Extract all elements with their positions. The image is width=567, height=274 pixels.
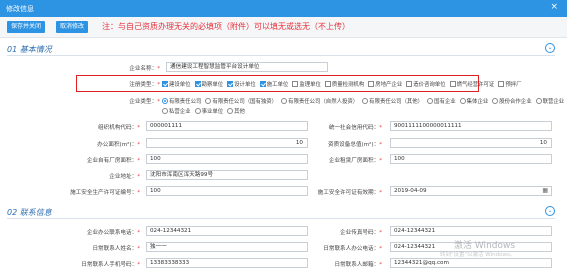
company-name-label: 企业名称：* — [129, 66, 160, 72]
radio[interactable] — [162, 98, 168, 104]
section-contact-title: 02 联系信息 — [7, 208, 52, 217]
leased-area-label: 企业租赁厂房面积：* — [328, 158, 382, 164]
radio[interactable] — [492, 98, 499, 104]
option-label: 事业单位 — [201, 109, 224, 115]
toolbar: 保存并关闭 取消修改 注：与自己资质办理无关的必填项（附件）可以填无或选无（不上… — [0, 17, 567, 38]
ent-type-option[interactable]: 有限责任公司（自然人投资） — [281, 97, 358, 105]
ent-type-option[interactable]: 股份合作企业 — [492, 97, 532, 105]
option-label: 预拌厂 — [505, 82, 522, 88]
dialog-titlebar: 修改信息 × — [0, 0, 567, 17]
office-area-input[interactable]: 10 — [146, 138, 308, 148]
safety-date-input[interactable]: 2019-04-09 ▦ — [390, 186, 552, 196]
equipment-value-input[interactable]: 10 — [390, 138, 552, 148]
ent-type-label: 企业类型：* — [129, 99, 160, 105]
daily-phone-label: 日常联系人办公电话：* — [323, 246, 382, 252]
radio[interactable] — [162, 108, 168, 114]
activate-windows-hint: 转到"设置"以激活 Windows。 — [440, 252, 516, 258]
chevron-down-icon[interactable]: ⌄ — [545, 43, 555, 53]
office-area-label: 办公面积(m²)：* — [97, 142, 140, 148]
notice-text: 注：与自己资质办理无关的必填项（附件）可以填无或选无（不上传） — [102, 22, 350, 31]
section-basic-header[interactable]: 01 基本情况 ⌄ — [7, 42, 555, 56]
option-label: 联营企业 — [542, 99, 565, 105]
office-phone-input[interactable]: 024-12344321 — [146, 226, 308, 236]
radio[interactable] — [281, 98, 288, 104]
radio[interactable] — [362, 98, 369, 104]
option-label: 有限责任公司 — [169, 99, 202, 105]
ent-type-option[interactable]: 事业单位 — [194, 107, 224, 115]
option-label: 有限责任公司（自然人投资） — [288, 99, 359, 105]
reg-type-option[interactable]: 预拌厂 — [498, 80, 522, 88]
ent-type-radio-row1: 有限责任公司 有限责任公司（国有独资） 有限责任公司（自然人投资） 有限责任公司（其他… — [162, 97, 567, 105]
radio[interactable] — [427, 98, 434, 104]
company-name-input[interactable]: 通信建设工程智慧监管平台设计单位 — [166, 62, 328, 72]
ent-type-option[interactable]: 其他 — [227, 107, 245, 115]
section-basic-title: 01 基本情况 — [7, 45, 52, 54]
ent-type-radio-row2: 私营企业 事业单位 其他 — [162, 107, 249, 115]
ent-type-option[interactable]: 联营企业 — [535, 97, 565, 105]
ent-type-option[interactable]: 集体企业 — [459, 97, 489, 105]
fax-input[interactable]: 024-12344321 — [390, 226, 552, 236]
credit-code-label: 统一社会信用代码：* — [328, 125, 382, 131]
radio[interactable] — [205, 98, 212, 104]
mobile-input[interactable]: 13383338333 — [146, 258, 308, 268]
checkbox[interactable] — [498, 81, 505, 87]
address-input[interactable]: 沈阳市浑南区浑天路99号 — [146, 170, 308, 180]
leased-area-input[interactable]: 100 — [390, 154, 552, 164]
safety-permit-label: 施工安全生产许可证编号：* — [70, 190, 140, 196]
ent-type-option[interactable]: 私营企业 — [162, 107, 191, 115]
daily-contact-label: 日常联系人姓名：* — [92, 246, 140, 252]
radio[interactable] — [459, 98, 466, 104]
option-label: 股份合作企业 — [499, 99, 532, 105]
ent-type-option[interactable]: 有限责任公司 — [162, 97, 201, 105]
org-code-input[interactable]: 000001111 — [146, 121, 308, 131]
option-label: 集体企业 — [466, 99, 489, 105]
cancel-edit-button[interactable]: 取消修改 — [56, 21, 89, 33]
save-and-close-button[interactable]: 保存并关闭 — [7, 21, 46, 33]
radio[interactable] — [535, 98, 542, 104]
dialog-title: 修改信息 — [6, 5, 34, 13]
factory-area-input[interactable]: 100 — [146, 154, 308, 164]
option-label: 国有企业 — [434, 99, 456, 105]
section-contact-header[interactable]: 02 联系信息 ⌄ — [7, 205, 555, 219]
email-label: 日常联系人邮箱：* — [334, 262, 382, 268]
calendar-icon[interactable]: ▦ — [542, 187, 548, 195]
address-label: 企业地址：* — [109, 174, 140, 180]
mobile-label: 日常联系人手机号码：* — [81, 262, 140, 268]
ent-type-option[interactable]: 国有企业 — [427, 97, 456, 105]
option-label: 有限责任公司（其他） — [369, 99, 424, 105]
radio[interactable] — [227, 108, 234, 114]
close-icon[interactable]: × — [550, 3, 558, 12]
ent-type-option[interactable]: 有限责任公司（国有独资） — [205, 97, 277, 105]
email-input[interactable]: 12344321@qq.com — [390, 258, 552, 268]
option-label: 有限责任公司（国有独资） — [212, 99, 278, 105]
option-label: 私营企业 — [169, 109, 191, 115]
chevron-down-icon[interactable]: ⌄ — [545, 206, 555, 216]
org-code-label: 组织机构代码：* — [98, 125, 140, 131]
fax-label: 企业传真号码：* — [340, 230, 382, 236]
option-label: 其他 — [234, 109, 245, 115]
office-phone-label: 企业办公联系电话：* — [86, 230, 140, 236]
ent-type-option[interactable]: 有限责任公司（其他） — [362, 97, 423, 105]
credit-code-input[interactable]: 9001111100000011111 — [390, 121, 552, 131]
radio[interactable] — [194, 108, 201, 114]
safety-date-label: 施工安全许可证有效期：* — [317, 190, 382, 196]
equipment-value-label: 资质设备总值(m²)：* — [327, 142, 382, 148]
factory-area-label: 企业自有厂房面积：* — [86, 158, 140, 164]
reg-type-highlight-box — [76, 75, 479, 92]
